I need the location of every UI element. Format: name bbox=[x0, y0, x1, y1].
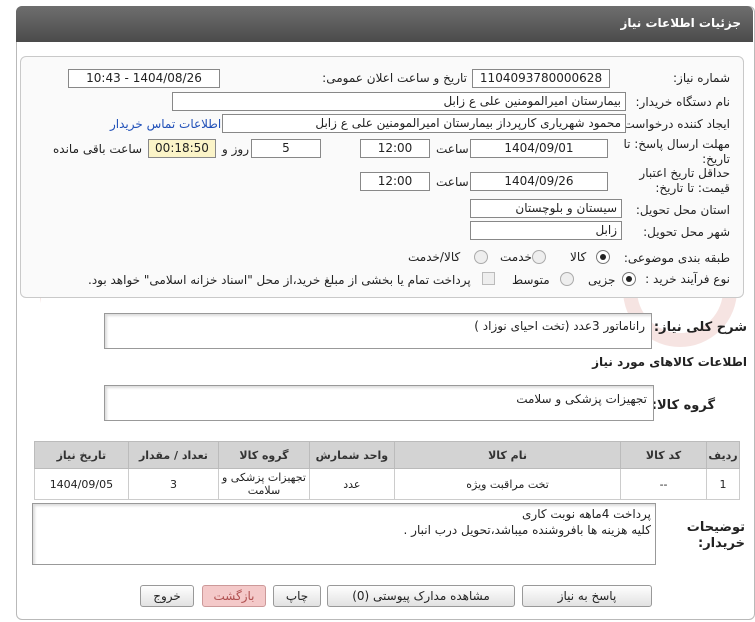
buyer-org-field: بیمارستان امیرالمومنین علی ع زابل bbox=[172, 92, 626, 111]
process-medium-radio[interactable] bbox=[560, 272, 574, 286]
city-field: زابل bbox=[470, 221, 622, 240]
validity-time-field: 12:00 bbox=[360, 172, 430, 191]
category-goods-label: کالا bbox=[570, 250, 587, 264]
category-service-radio[interactable] bbox=[532, 250, 546, 264]
cell-row: 1 bbox=[706, 468, 740, 500]
cell-name: تخت مراقبت ویژه bbox=[393, 468, 622, 500]
table-row: 1 -- تخت مراقبت ویژه عدد تجهیزات پزشکی و… bbox=[34, 468, 740, 500]
city-label: شهر محل تحویل: bbox=[643, 225, 730, 239]
cell-date: 1404/09/05 bbox=[34, 468, 129, 500]
col-group-header: گروه کالا bbox=[218, 441, 310, 469]
page-header: جزئیات اطلاعات نیاز bbox=[16, 6, 753, 42]
cell-code: -- bbox=[620, 468, 708, 500]
buyer-notes-label: توضیحات خریدار: bbox=[686, 520, 745, 551]
buyer-notes-line1: پرداخت 4ماهه نوبت کاری bbox=[522, 507, 651, 521]
province-field: سیستان و بلوچستان bbox=[470, 199, 622, 218]
category-goods-radio[interactable] bbox=[596, 250, 610, 264]
print-button[interactable]: چاپ bbox=[273, 585, 321, 607]
goods-group-box: تجهیزات پزشکی و سلامت bbox=[104, 385, 654, 421]
attachments-button[interactable]: مشاهده مدارک پیوستی (0) bbox=[327, 585, 515, 607]
col-name-header: نام کالا bbox=[393, 441, 622, 469]
process-partial-radio[interactable] bbox=[622, 272, 636, 286]
reply-date-field: 1404/09/01 bbox=[470, 139, 608, 158]
page-title: جزئیات اطلاعات نیاز bbox=[620, 16, 741, 30]
reply-button[interactable]: پاسخ به نیاز bbox=[522, 585, 652, 607]
need-number-label: شماره نیاز: bbox=[673, 71, 730, 85]
goods-group-text: تجهیزات پزشکی و سلامت bbox=[516, 392, 647, 406]
buyer-notes-line2: کلیه هزینه ها بافروشنده میباشد،تحویل درب… bbox=[403, 523, 651, 537]
creator-label: ایجاد کننده درخواست: bbox=[619, 117, 730, 131]
buyer-notes-box: پرداخت 4ماهه نوبت کاری کلیه هزینه ها باف… bbox=[32, 503, 656, 565]
exit-button[interactable]: خروج bbox=[140, 585, 194, 607]
goods-table: ردیف کد کالا نام کالا واحد شمارش گروه کا… bbox=[34, 441, 740, 500]
col-qty-header: تعداد / مقدار bbox=[127, 441, 220, 469]
reply-time-label: ساعت bbox=[436, 142, 469, 156]
table-header-row: ردیف کد کالا نام کالا واحد شمارش گروه کا… bbox=[34, 441, 740, 469]
creator-field: محمود شهریاری کارپرداز بیمارستان امیرالم… bbox=[222, 114, 626, 133]
validity-time-label: ساعت bbox=[436, 175, 469, 189]
validity-date-field: 1404/09/26 bbox=[470, 172, 608, 191]
buyer-org-label: نام دستگاه خریدار: bbox=[635, 95, 731, 109]
reply-time-field: 12:00 bbox=[360, 139, 430, 158]
summary-box: راناماتور 3عدد (تخت احیای نوزاد ) bbox=[104, 313, 652, 349]
process-medium-label: متوسط bbox=[512, 273, 550, 287]
announce-label: تاریخ و ساعت اعلان عمومی: bbox=[322, 71, 467, 85]
summary-text: راناماتور 3عدد (تخت احیای نوزاد ) bbox=[474, 319, 645, 333]
col-unit-header: واحد شمارش bbox=[308, 441, 395, 469]
days-field: 5 bbox=[251, 139, 321, 158]
summary-label: شرح کلی نیاز: bbox=[653, 320, 747, 335]
treasury-note: پرداخت تمام یا بخشی از مبلغ خرید،از محل … bbox=[88, 273, 471, 287]
col-code-header: کد کالا bbox=[620, 441, 708, 469]
back-button[interactable]: بازگشت bbox=[202, 585, 266, 607]
category-label: طبقه بندی موضوعی: bbox=[623, 251, 730, 265]
price-validity-label: حداقل تاریخ اعتبار قیمت: تا تاریخ: bbox=[639, 166, 730, 195]
remaining-time-field: 00:18:50 bbox=[148, 139, 216, 158]
category-goods-service-radio[interactable] bbox=[474, 250, 488, 264]
category-goods-service-label: کالا/خدمت bbox=[408, 250, 461, 264]
reply-deadline-label: مهلت ارسال پاسخ: تا تاریخ: bbox=[623, 137, 730, 166]
goods-group-label: گروه کالا: bbox=[651, 398, 715, 413]
process-label: نوع فرآیند خرید : bbox=[645, 272, 730, 286]
col-date-header: تاریخ نیاز bbox=[34, 441, 129, 469]
cell-unit: عدد bbox=[308, 468, 395, 500]
treasury-checkbox[interactable] bbox=[482, 272, 495, 285]
province-label: استان محل تحویل: bbox=[635, 203, 730, 217]
cell-group: تجهیزات پزشکی و سلامت bbox=[218, 468, 310, 500]
days-label: روز و bbox=[222, 142, 249, 156]
remaining-time-label: ساعت باقی مانده bbox=[53, 142, 143, 156]
category-service-label: خدمت bbox=[500, 250, 532, 264]
announce-field: 1404/08/26 - 10:43 bbox=[68, 69, 220, 88]
need-number-field: 1104093780000628 bbox=[472, 69, 610, 88]
cell-qty: 3 bbox=[127, 468, 220, 500]
goods-info-title: اطلاعات کالاهای مورد نیاز bbox=[592, 355, 747, 369]
process-partial-label: جزیی bbox=[588, 273, 616, 287]
buyer-contact-link[interactable]: اطلاعات تماس خریدار bbox=[110, 117, 221, 131]
col-row-header: ردیف bbox=[706, 441, 740, 469]
